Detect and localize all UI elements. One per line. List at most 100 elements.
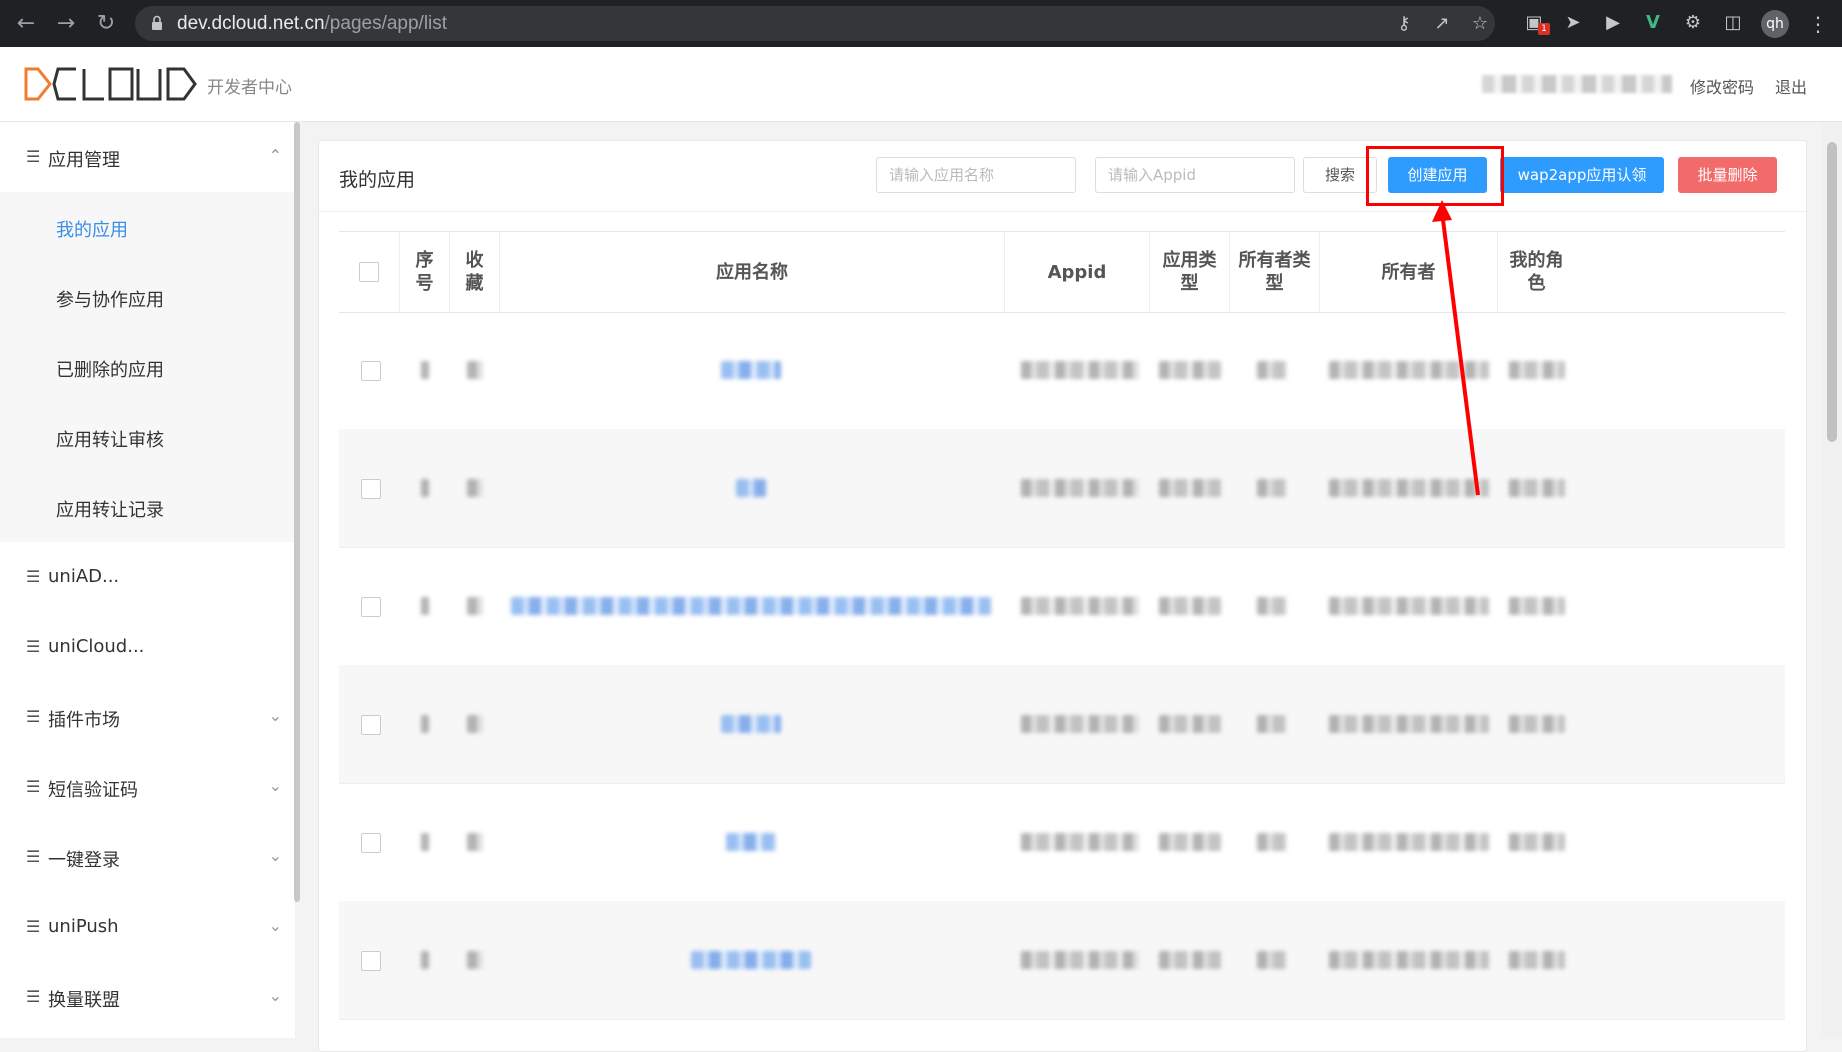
- row-owner-type-blurred: [1257, 479, 1287, 497]
- chevron-down-icon: ⌄: [268, 916, 282, 935]
- row-app-name-blurred[interactable]: [691, 951, 811, 969]
- row-checkbox[interactable]: [361, 479, 381, 499]
- table-row[interactable]: [339, 547, 1785, 666]
- sidebar-group-6[interactable]: ☰ uniPush ⌄: [0, 892, 294, 962]
- sidebar-subitem-label: 参与协作应用: [56, 290, 164, 311]
- sidebar-group-7[interactable]: ☰ 换量联盟 ⌄: [0, 962, 294, 1032]
- row-checkbox[interactable]: [361, 597, 381, 617]
- sidebar-subitem-2[interactable]: 已删除的应用: [0, 332, 294, 402]
- sidebar-subitem-3[interactable]: 应用转让审核: [0, 402, 294, 472]
- th-index: 序 号: [399, 232, 449, 312]
- row-checkbox[interactable]: [361, 833, 381, 853]
- logout-link[interactable]: 退出: [1775, 74, 1807, 98]
- row-role-blurred: [1509, 361, 1565, 379]
- share-icon[interactable]: ↗: [1431, 13, 1453, 35]
- row-app-type-blurred: [1159, 597, 1221, 615]
- app-name-input[interactable]: 请输入应用名称: [876, 157, 1076, 193]
- sidebar-subitem-0[interactable]: 我的应用: [0, 192, 294, 262]
- row-owner-type-blurred: [1257, 597, 1287, 615]
- puzzle-icon[interactable]: ⚙: [1681, 11, 1705, 35]
- row-owner-blurred: [1329, 597, 1489, 615]
- back-icon[interactable]: ←: [12, 10, 40, 38]
- row-owner-blurred: [1329, 479, 1489, 497]
- sidepanel-icon[interactable]: ◫: [1721, 11, 1745, 35]
- row-owner-type-blurred: [1257, 361, 1287, 379]
- forward-icon[interactable]: →: [52, 10, 80, 38]
- row-role-blurred: [1509, 951, 1565, 969]
- wap2app-claim-button[interactable]: wap2app应用认领: [1500, 157, 1664, 193]
- row-app-name-blurred[interactable]: [736, 479, 766, 497]
- row-checkbox[interactable]: [361, 361, 381, 381]
- select-all-checkbox[interactable]: [359, 262, 379, 282]
- header-subtitle: 开发者中心: [207, 78, 292, 98]
- row-app-name-blurred[interactable]: [511, 597, 991, 615]
- profile-avatar[interactable]: qh: [1761, 10, 1789, 38]
- highlight-box: [1366, 146, 1504, 206]
- row-favorite-blurred[interactable]: [467, 951, 483, 969]
- row-checkbox[interactable]: [361, 715, 381, 735]
- th-favorite: 收 藏: [449, 232, 499, 312]
- row-favorite-blurred[interactable]: [467, 715, 483, 733]
- sidebar-group-label: 应用管理: [48, 150, 120, 171]
- sidebar-group-3[interactable]: ☰ 插件市场 ⌄: [0, 682, 294, 752]
- row-favorite-blurred[interactable]: [467, 833, 483, 851]
- menu-icon[interactable]: ⋮: [1808, 10, 1828, 38]
- table-row[interactable]: [339, 901, 1785, 1020]
- table-row[interactable]: [339, 783, 1785, 902]
- extension-icon[interactable]: ▣ 1: [1522, 11, 1550, 35]
- row-appid-blurred: [1021, 361, 1139, 379]
- row-favorite-blurred[interactable]: [467, 597, 483, 615]
- sidebar-scrollbar[interactable]: [294, 122, 300, 902]
- change-password-link[interactable]: 修改密码: [1690, 74, 1754, 98]
- appid-input[interactable]: 请输入Appid: [1095, 157, 1295, 193]
- th-appid: Appid: [1004, 232, 1149, 312]
- row-owner-type-blurred: [1257, 833, 1287, 851]
- list-icon: ☰: [26, 637, 41, 656]
- code-extension-icon[interactable]: ▶: [1601, 11, 1625, 35]
- sidebar-group-5[interactable]: ☰ 一键登录 ⌄: [0, 822, 294, 892]
- page-scrollbar[interactable]: [1822, 122, 1842, 1038]
- row-app-name-blurred[interactable]: [726, 833, 776, 851]
- sidebar-subitem-4[interactable]: 应用转让记录: [0, 472, 294, 542]
- list-icon: ☰: [26, 777, 41, 796]
- sidebar-group-label: 一键登录: [48, 850, 120, 871]
- row-role-blurred: [1509, 597, 1565, 615]
- star-icon[interactable]: ☆: [1469, 13, 1491, 35]
- sidebar-group-2[interactable]: ☰ uniCloud...: [0, 612, 294, 682]
- row-owner-type-blurred: [1257, 951, 1287, 969]
- sidebar-group-4[interactable]: ☰ 短信验证码 ⌄: [0, 752, 294, 822]
- batch-delete-button[interactable]: 批量删除: [1678, 157, 1777, 193]
- sidebar-group-0[interactable]: ☰ 应用管理 ⌃: [0, 122, 294, 192]
- sidebar-group-label: 换量联盟: [48, 990, 120, 1011]
- chevron-down-icon: ⌄: [268, 776, 282, 795]
- row-index-blurred: [421, 715, 429, 733]
- reload-icon[interactable]: ↻: [92, 10, 120, 38]
- row-favorite-blurred[interactable]: [467, 479, 483, 497]
- row-index-blurred: [421, 361, 429, 379]
- page-scrollbar-thumb[interactable]: [1827, 142, 1837, 442]
- table-row[interactable]: [339, 665, 1785, 784]
- chevron-down-icon: ⌄: [268, 846, 282, 865]
- row-app-name-blurred[interactable]: [721, 361, 781, 379]
- key-icon[interactable]: ⚷: [1393, 13, 1415, 35]
- table-row[interactable]: [339, 429, 1785, 548]
- sidebar-group-label: uniCloud...: [48, 636, 145, 657]
- dcloud-logo[interactable]: [24, 66, 198, 102]
- list-icon: ☰: [26, 567, 41, 586]
- row-role-blurred: [1509, 715, 1565, 733]
- row-owner-type-blurred: [1257, 715, 1287, 733]
- cursor-extension-icon[interactable]: ➤: [1561, 11, 1585, 35]
- list-icon: ☰: [26, 707, 41, 726]
- th-app-type: 应用类 型: [1149, 232, 1229, 312]
- row-checkbox[interactable]: [361, 951, 381, 971]
- row-index-blurred: [421, 951, 429, 969]
- row-appid-blurred: [1021, 479, 1139, 497]
- sidebar-group-1[interactable]: ☰ uniAD...: [0, 542, 294, 612]
- address-bar[interactable]: dev.dcloud.net.cn/pages/app/list ⚷ ↗ ☆: [135, 6, 1495, 41]
- sidebar-subitem-1[interactable]: 参与协作应用: [0, 262, 294, 332]
- table-row[interactable]: [339, 311, 1785, 430]
- vue-devtools-icon[interactable]: V: [1641, 11, 1665, 35]
- row-favorite-blurred[interactable]: [467, 361, 483, 379]
- sidebar-subitem-label: 应用转让审核: [56, 430, 164, 451]
- row-app-name-blurred[interactable]: [721, 715, 781, 733]
